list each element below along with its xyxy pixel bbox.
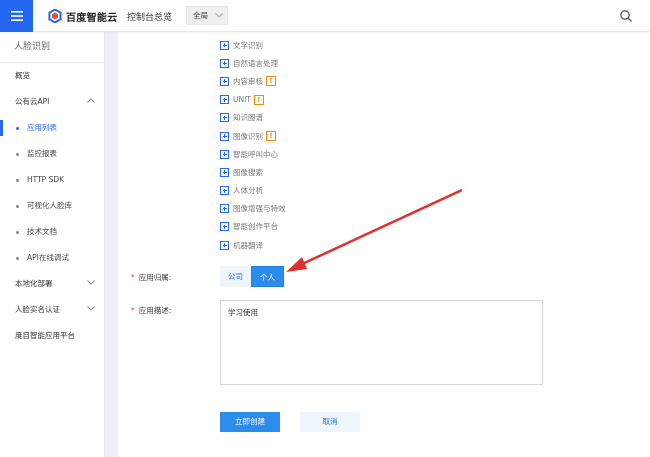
- sidebar-title: 人脸识别: [0, 32, 104, 63]
- service-item[interactable]: 知识图谱: [220, 109, 286, 127]
- service-item[interactable]: 图像识别!: [220, 127, 286, 145]
- expand-plus-icon[interactable]: [220, 40, 229, 50]
- bullet-icon: [16, 231, 19, 234]
- service-item[interactable]: UNIT!: [220, 91, 286, 109]
- service-label: 图像增强与特效: [233, 204, 286, 214]
- content-gutter: [105, 32, 118, 457]
- sidebar-item-overview[interactable]: 概览: [0, 63, 104, 89]
- expand-plus-icon[interactable]: [220, 186, 229, 196]
- expand-plus-icon[interactable]: [220, 204, 229, 214]
- service-list: 文字识别 自然语言处理 内容审核! UNIT! 知识图谱 图像识别! 智能呼叫中心 图像搜索人…: [220, 36, 286, 254]
- expand-plus-icon[interactable]: [220, 149, 229, 159]
- region-value: 全局: [193, 11, 208, 20]
- service-item[interactable]: 智能呼叫中心: [220, 145, 286, 163]
- brand-logo[interactable]: 百度智能云: [48, 7, 118, 25]
- bullet-icon: [16, 127, 19, 130]
- chevron-down-icon: [87, 306, 95, 311]
- chevron-down-icon: [87, 280, 95, 285]
- sidebar-item-monitor-report[interactable]: 监控报表: [0, 141, 104, 167]
- app-description-label: * 应用描述:: [131, 305, 171, 316]
- service-item[interactable]: 文字识别: [220, 36, 286, 54]
- cancel-button[interactable]: 取消: [300, 412, 360, 432]
- expand-plus-icon[interactable]: [220, 167, 229, 177]
- service-label: 知识图谱: [233, 113, 263, 123]
- bullet-icon: [16, 205, 19, 208]
- sidebar-item-dumu-platform[interactable]: 度目智能应用平台: [0, 323, 104, 349]
- app-owner-label-text: 应用归属:: [138, 273, 172, 282]
- sidebar-item-label: HTTP SDK: [27, 175, 65, 184]
- expand-plus-icon[interactable]: [220, 113, 229, 123]
- sidebar-item-label: 公有云API: [15, 97, 50, 106]
- sidebar-group-public-api[interactable]: 公有云API: [0, 89, 104, 115]
- expand-plus-icon[interactable]: [220, 131, 229, 141]
- hamburger-icon: [10, 11, 23, 21]
- service-label: 图像识别: [233, 131, 263, 141]
- sidebar-item-label: 可视化人脸库: [27, 201, 72, 210]
- sidebar-group-realname-auth[interactable]: 人脸实名认证: [0, 297, 104, 323]
- console-home-link[interactable]: 控制台总览: [127, 10, 172, 23]
- sidebar-item-label: 人脸实名认证: [15, 305, 60, 314]
- sidebar: 人脸识别 概览 公有云API 应用列表 监控报表 HTTP SDK 可视化人脸库…: [0, 32, 105, 457]
- warning-icon: !: [253, 94, 264, 105]
- sidebar-item-api-debug[interactable]: API在线调试: [0, 245, 104, 271]
- owner-option-company[interactable]: 公司: [220, 266, 251, 287]
- service-label: 机器翻译: [233, 240, 263, 250]
- menu-button[interactable]: [0, 0, 33, 32]
- active-indicator: [0, 120, 3, 136]
- sidebar-item-tech-docs[interactable]: 技术文档: [0, 219, 104, 245]
- service-item[interactable]: 内容审核!: [220, 72, 286, 90]
- sidebar-item-http-sdk[interactable]: HTTP SDK: [0, 167, 104, 193]
- service-label: UNIT: [233, 95, 251, 105]
- bullet-icon: [16, 257, 19, 260]
- expand-plus-icon[interactable]: [220, 240, 229, 250]
- service-label: 文字识别: [233, 40, 263, 50]
- sidebar-item-label: 监控报表: [27, 149, 57, 158]
- sidebar-item-label: 应用列表: [27, 123, 57, 132]
- create-button[interactable]: 立即创建: [220, 412, 280, 432]
- service-label: 人体分析: [233, 186, 263, 196]
- required-mark: *: [131, 273, 135, 282]
- expand-plus-icon[interactable]: [220, 76, 229, 86]
- service-item[interactable]: 图像增强与特效: [220, 200, 286, 218]
- service-label: 自然语言处理: [233, 58, 278, 68]
- app-owner-toggle[interactable]: 公司 个人: [220, 266, 284, 287]
- warning-icon: !: [266, 131, 276, 142]
- chevron-up-icon: [87, 98, 95, 103]
- sidebar-group-local-deploy[interactable]: 本地化部署: [0, 271, 104, 297]
- warning-icon: !: [266, 76, 276, 87]
- service-label: 智能呼叫中心: [233, 149, 278, 159]
- service-label: 图像搜索: [233, 167, 263, 177]
- top-bar: 百度智能云 控制台总览 全局: [0, 0, 650, 32]
- sidebar-item-label: API在线调试: [27, 253, 69, 262]
- baidu-cloud-logo-icon: [48, 9, 62, 23]
- service-item[interactable]: 图像搜索: [220, 163, 286, 181]
- region-select[interactable]: 全局: [186, 6, 228, 25]
- service-label: 智能创作平台: [233, 222, 278, 232]
- sidebar-item-face-library[interactable]: 可视化人脸库: [0, 193, 104, 219]
- service-label: 内容审核: [233, 76, 263, 86]
- sidebar-item-label: 技术文档: [27, 227, 57, 236]
- app-description-input[interactable]: 学习使用: [220, 300, 543, 385]
- service-item[interactable]: 自然语言处理: [220, 54, 286, 72]
- app-owner-label: * 应用归属:: [131, 272, 171, 283]
- sidebar-item-label: 概览: [15, 71, 30, 80]
- sidebar-item-label: 本地化部署: [15, 279, 53, 288]
- bullet-icon: [16, 179, 19, 182]
- sidebar-item-label: 度目智能应用平台: [15, 331, 75, 340]
- bullet-icon: [16, 153, 19, 156]
- service-item[interactable]: 智能创作平台: [220, 218, 286, 236]
- required-mark: *: [131, 306, 135, 315]
- expand-plus-icon[interactable]: [220, 95, 229, 105]
- service-item[interactable]: 人体分析: [220, 182, 286, 200]
- search-icon[interactable]: [619, 9, 633, 23]
- service-item[interactable]: 机器翻译: [220, 236, 286, 254]
- chevron-down-icon: [215, 13, 223, 18]
- brand-name: 百度智能云: [66, 12, 118, 24]
- expand-plus-icon[interactable]: [220, 222, 229, 232]
- main-content: 文字识别 自然语言处理 内容审核! UNIT! 知识图谱 图像识别! 智能呼叫中心 图像搜索人…: [118, 32, 650, 457]
- owner-option-personal[interactable]: 个人: [251, 266, 284, 287]
- expand-plus-icon[interactable]: [220, 58, 229, 68]
- app-description-label-text: 应用描述:: [138, 306, 172, 315]
- sidebar-item-app-list[interactable]: 应用列表: [0, 115, 104, 141]
